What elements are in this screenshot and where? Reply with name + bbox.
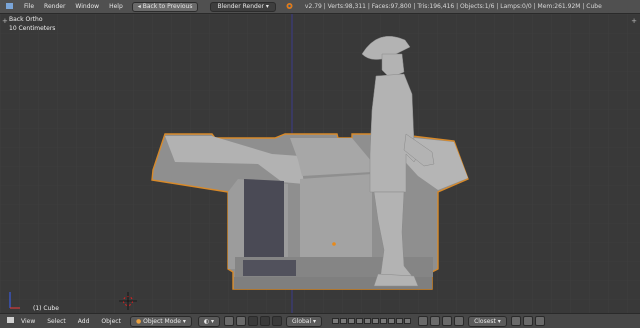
object-mode-icon: ● [135, 317, 142, 325]
snap-toggle-icon[interactable] [442, 316, 453, 326]
menu-add[interactable]: Add [72, 318, 96, 325]
camera-icon[interactable] [522, 316, 533, 326]
mode-select[interactable]: ● Object Mode ▾ [129, 315, 192, 327]
layer-buttons[interactable] [331, 318, 411, 324]
info-header: File Render Window Help ◂ Back to Previo… [0, 0, 640, 14]
render-engine-label: Blender Render [217, 2, 264, 10]
viewport-shading-select[interactable]: ◐ ▾ [197, 315, 220, 327]
pivot-point-icon[interactable] [224, 316, 234, 326]
translate-icon[interactable] [248, 316, 258, 326]
viewport-header: View Select Add Object ● Object Mode ▾ ◐… [0, 313, 640, 328]
active-object-label: (1) Cube [33, 305, 59, 312]
proportional-edit-icon[interactable] [430, 316, 441, 326]
image-icon[interactable] [534, 316, 545, 326]
view-name: Back Ortho [9, 16, 43, 23]
scene-stats: v2.79 | Verts:98,311 | Faces:97,800 | Tr… [304, 3, 602, 10]
back-to-previous-button[interactable]: ◂ Back to Previous [131, 1, 199, 12]
3d-viewport[interactable]: + Back Ortho 10 Centimeters (1) Cube + [0, 14, 640, 313]
menu-select[interactable]: Select [41, 318, 72, 325]
toolshelf-toggle-icon[interactable]: + [2, 17, 8, 25]
chevron-down-icon: ▾ [265, 2, 269, 10]
menu-file[interactable]: File [19, 3, 39, 10]
orientation-label: Global [292, 317, 312, 325]
render-preview-icon[interactable] [510, 316, 521, 326]
rotate-icon[interactable] [260, 316, 270, 326]
menu-help[interactable]: Help [104, 3, 128, 10]
shading-sphere-icon: ◐ [203, 317, 210, 325]
editor-type-icon[interactable] [0, 2, 19, 12]
mode-label: Object Mode [143, 317, 181, 325]
menu-view[interactable]: View [15, 318, 41, 325]
grid-scale: 10 Centimeters [9, 25, 56, 32]
snap-target-select[interactable]: Closest ▾ [468, 315, 507, 327]
menu-object[interactable]: Object [95, 318, 127, 325]
properties-toggle-icon[interactable]: + [631, 17, 637, 25]
menu-window[interactable]: Window [70, 3, 104, 10]
menu-render[interactable]: Render [39, 3, 70, 10]
snap-element-icon[interactable] [454, 316, 465, 326]
layer-lock-icon[interactable] [418, 316, 429, 326]
manipulator-toggle-icon[interactable] [236, 316, 246, 326]
blender-logo-icon [280, 2, 299, 12]
snap-target-label: Closest [474, 317, 496, 325]
viewport-canvas [0, 14, 640, 313]
scale-icon[interactable] [272, 316, 282, 326]
back-label: Back to Previous [142, 2, 193, 10]
render-engine-select[interactable]: Blender Render ▾ [210, 1, 276, 12]
orientation-select[interactable]: Global ▾ [286, 315, 323, 327]
editor-type-icon[interactable] [6, 316, 15, 326]
object-origin [332, 242, 336, 246]
